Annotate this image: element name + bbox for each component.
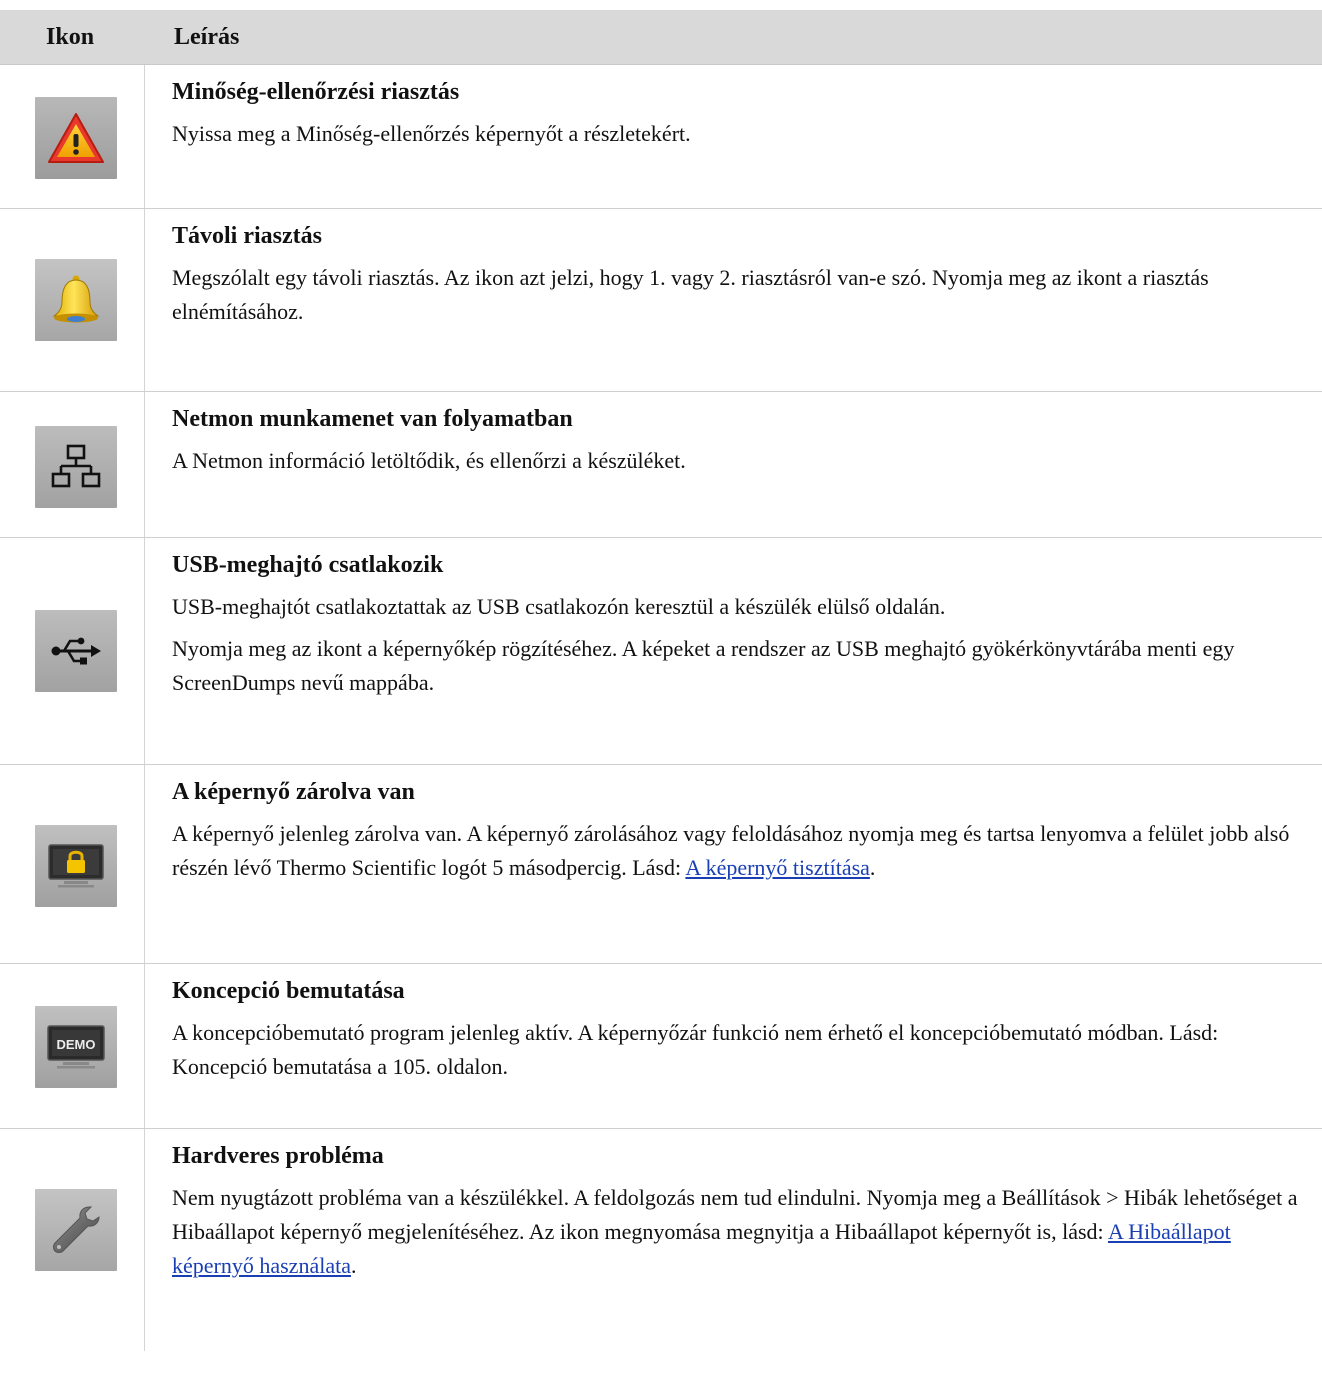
screen-lock-icon[interactable] [35,825,117,907]
row-title: Minőség-ellenőrzési riasztás [172,79,460,105]
row-description-end: . [350,1253,357,1278]
bell-icon[interactable] [35,259,117,341]
link-screen-cleaning[interactable]: A képernyő tisztítása [685,855,870,880]
header-icon-column: Ikon [46,24,95,50]
row-title: Koncepció bemutatása [172,978,405,1004]
row-description: USB-meghajtót csatlakoztattak az USB csa… [172,594,946,619]
row-description: A koncepcióbemutató program jelenleg akt… [172,1020,1219,1079]
row-title: A képernyő zárolva van [172,779,415,805]
header-description-column: Leírás [174,24,240,50]
row-title: USB-meghajtó csatlakozik [172,552,444,578]
table-row: Netmon munkamenet van folyamatban A Netm… [0,392,1322,538]
table-row: Minőség-ellenőrzési riasztás Nyissa meg … [0,65,1322,209]
column-divider [144,392,145,537]
row-description: Nem nyugtázott probléma van a készülékke… [172,1181,1304,1283]
usb-icon[interactable] [35,610,117,692]
table-row: Távoli riasztás Megszólalt egy távoli ri… [0,209,1322,392]
row-description: A képernyő jelenleg zárolva van. A képer… [172,817,1304,885]
table-row: USB-meghajtó csatlakozik USB-meghajtót c… [0,538,1322,765]
column-divider [144,964,145,1128]
table-header: Ikon Leírás [0,10,1322,65]
table-row: Hardveres probléma Nem nyugtázott problé… [0,1129,1322,1351]
row-description: Megszólalt egy távoli riasztás. Az ikon … [172,265,1209,324]
row-description: Nyissa meg a Minőség-ellenőrzés képernyő… [172,121,691,146]
table-row: DEMO Koncepció bemutatása A koncepcióbem… [0,964,1322,1129]
network-icon[interactable] [35,426,117,508]
table-row: A képernyő zárolva van A képernyő jelenl… [0,765,1322,964]
wrench-icon[interactable] [35,1189,117,1271]
row-description-end: . [869,855,876,880]
column-divider [144,538,145,764]
column-divider [144,209,145,391]
row-title: Netmon munkamenet van folyamatban [172,406,573,432]
column-divider [144,65,145,208]
warning-triangle-icon[interactable] [35,97,117,179]
column-divider [144,1129,145,1351]
row-description: A Netmon információ letöltődik, és ellen… [172,448,686,473]
demo-icon[interactable]: DEMO [35,1006,117,1088]
icon-reference-table: Ikon Leírás Minőség-ellenőrzési riasztás [0,10,1322,1351]
demo-icon-label: DEMO [57,1037,96,1052]
row-title: Távoli riasztás [172,223,322,249]
column-divider [144,765,145,963]
row-title: Hardveres probléma [172,1143,384,1169]
row-description-extra: Nyomja meg az ikont a képernyőkép rögzít… [172,636,1235,695]
